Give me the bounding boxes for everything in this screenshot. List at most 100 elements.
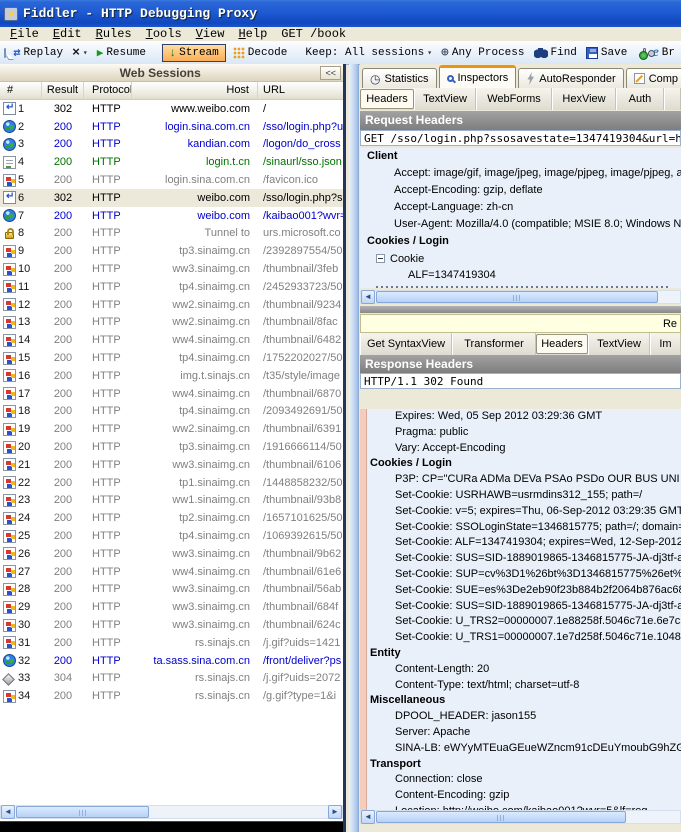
- quickexec-input[interactable]: [0, 821, 343, 832]
- column-header[interactable]: Protocol: [84, 82, 132, 99]
- response-horizontal-scrollbar[interactable]: ◄: [360, 810, 681, 824]
- scrollbar-thumb[interactable]: [376, 291, 658, 303]
- any-process-button[interactable]: ⊕ Any Process: [439, 45, 526, 60]
- stream-button[interactable]: ↓ Stream: [162, 44, 226, 62]
- session-row[interactable]: 5 200 HTTP login.sina.com.cn /favicon.ic…: [0, 171, 343, 189]
- tab-response-headers[interactable]: Headers: [536, 334, 588, 354]
- find-button[interactable]: Find: [532, 46, 579, 60]
- header-line: Set-Cookie: U_TRS1=00000007.1e7d258f.504…: [367, 630, 681, 646]
- session-row[interactable]: 13 200 HTTP ww2.sinaimg.cn /thumbnail/8f…: [0, 314, 343, 332]
- tab-request-webforms[interactable]: WebForms: [476, 88, 552, 110]
- decode-button[interactable]: Decode: [231, 46, 290, 60]
- column-header[interactable]: #: [0, 82, 42, 99]
- session-host: tp4.sinaimg.cn: [132, 352, 258, 364]
- session-row[interactable]: 23 200 HTTP ww1.sinaimg.cn /thumbnail/93…: [0, 492, 343, 510]
- session-row[interactable]: 12 200 HTTP ww2.sinaimg.cn /thumbnail/92…: [0, 296, 343, 314]
- session-row[interactable]: 26 200 HTTP ww3.sinaimg.cn /thumbnail/9b…: [0, 545, 343, 563]
- session-type-icon: [3, 298, 16, 311]
- column-header[interactable]: Result: [42, 82, 84, 99]
- session-row[interactable]: 15 200 HTTP tp4.sinaimg.cn /1752202027/5…: [0, 349, 343, 367]
- window-title: Fiddler - HTTP Debugging Proxy: [23, 6, 257, 21]
- session-row[interactable]: 33 304 HTTP rs.sinajs.cn /j.gif?uids=207…: [0, 670, 343, 688]
- tab-response-imageview[interactable]: Im: [650, 333, 681, 355]
- scroll-left-icon[interactable]: ◄: [361, 290, 375, 304]
- session-number: 34: [18, 690, 42, 702]
- tab-request-auth[interactable]: Auth: [616, 88, 664, 110]
- session-row[interactable]: 25 200 HTTP tp4.sinaimg.cn /1069392615/5…: [0, 527, 343, 545]
- session-row[interactable]: 21 200 HTTP ww3.sinaimg.cn /thumbnail/61…: [0, 456, 343, 474]
- resume-button[interactable]: ▶ Resume: [95, 45, 148, 61]
- tab-response-transformer[interactable]: Transformer: [452, 333, 536, 355]
- column-header[interactable]: Host: [132, 82, 258, 99]
- tab-statistics[interactable]: ◷ Statistics: [362, 68, 437, 88]
- menu-item[interactable]: GET /book: [274, 27, 353, 41]
- menu-item[interactable]: Help: [231, 27, 274, 41]
- menu-item[interactable]: Edit: [46, 27, 89, 41]
- title-bar: Fiddler - HTTP Debugging Proxy: [0, 0, 681, 27]
- session-row[interactable]: 11 200 HTTP tp4.sinaimg.cn /2452933723/5…: [0, 278, 343, 296]
- tab-autoresponder[interactable]: AutoResponder: [518, 68, 623, 88]
- session-row[interactable]: 1 302 HTTP www.weibo.com /: [0, 100, 343, 118]
- session-row[interactable]: 19 200 HTTP ww2.sinaimg.cn /thumbnail/63…: [0, 420, 343, 438]
- session-row[interactable]: 28 200 HTTP ww3.sinaimg.cn /thumbnail/56…: [0, 581, 343, 599]
- tab-request-textview[interactable]: TextView: [414, 88, 476, 110]
- keep-sessions-dropdown[interactable]: Keep: All sessions ▾: [303, 46, 434, 60]
- session-row[interactable]: 34 200 HTTP rs.sinajs.cn /g.gif?type=1&i: [0, 687, 343, 705]
- remove-button[interactable]: × ▾: [70, 46, 90, 60]
- session-type-icon: [3, 636, 16, 649]
- session-row[interactable]: 3 200 HTTP kandian.com /logon/do_cross: [0, 136, 343, 154]
- comment-icon[interactable]: [4, 48, 6, 58]
- scroll-left-icon[interactable]: ◄: [361, 810, 375, 824]
- collapse-panel-button[interactable]: <<: [320, 66, 341, 80]
- header-section-title: Miscellaneous: [367, 693, 681, 709]
- panel-splitter[interactable]: [349, 64, 359, 832]
- session-row[interactable]: 30 200 HTTP ww3.sinaimg.cn /thumbnail/62…: [0, 616, 343, 634]
- session-row[interactable]: 29 200 HTTP ww3.sinaimg.cn /thumbnail/68…: [0, 598, 343, 616]
- screenshot-icon[interactable]: [643, 48, 645, 58]
- request-response-splitter[interactable]: [360, 306, 681, 313]
- tab-request-hexview[interactable]: HexView: [552, 88, 616, 110]
- save-button[interactable]: Save: [584, 46, 629, 60]
- session-row[interactable]: 31 200 HTTP rs.sinajs.cn /j.gif?uids=142…: [0, 634, 343, 652]
- session-number: 23: [18, 494, 42, 506]
- session-row[interactable]: 7 200 HTTP weibo.com /kaibao001?wvr=: [0, 207, 343, 225]
- session-row[interactable]: 27 200 HTTP ww4.sinaimg.cn /thumbnail/61…: [0, 563, 343, 581]
- session-row[interactable]: 18 200 HTTP tp4.sinaimg.cn /2093492691/5…: [0, 403, 343, 421]
- session-row[interactable]: 2 200 HTTP login.sina.com.cn /sso/login.…: [0, 118, 343, 136]
- tab-response-syntaxview[interactable]: Get SyntaxView: [360, 333, 452, 355]
- tab-response-textview[interactable]: TextView: [588, 333, 650, 355]
- session-row[interactable]: 22 200 HTTP tp1.sinaimg.cn /1448858232/5…: [0, 474, 343, 492]
- session-row[interactable]: 17 200 HTTP ww4.sinaimg.cn /thumbnail/68…: [0, 385, 343, 403]
- menu-item[interactable]: Rules: [89, 27, 139, 41]
- sessions-horizontal-scrollbar[interactable]: ◄ ►: [0, 805, 343, 819]
- session-row[interactable]: 10 200 HTTP ww3.sinaimg.cn /thumbnail/3f…: [0, 260, 343, 278]
- tree-collapse-icon[interactable]: [376, 254, 385, 263]
- session-row[interactable]: 8 200 HTTP Tunnel to urs.microsoft.co: [0, 225, 343, 243]
- scroll-right-icon[interactable]: ►: [328, 805, 342, 819]
- session-row[interactable]: 32 200 HTTP ta.sass.sina.com.cn /front/d…: [0, 652, 343, 670]
- column-header[interactable]: URL: [258, 82, 343, 99]
- session-row[interactable]: 24 200 HTTP tp2.sinaimg.cn /1657101625/5…: [0, 509, 343, 527]
- session-row[interactable]: 14 200 HTTP ww4.sinaimg.cn /thumbnail/64…: [0, 331, 343, 349]
- cookie-tree-node[interactable]: Cookie: [360, 250, 681, 267]
- request-horizontal-scrollbar[interactable]: ◄: [360, 290, 681, 304]
- scrollbar-thumb[interactable]: [16, 806, 149, 818]
- session-protocol: HTTP: [84, 441, 132, 453]
- menu-item[interactable]: Tools: [139, 27, 189, 41]
- scrollbar-thumb[interactable]: [376, 811, 626, 823]
- session-host: Tunnel to: [132, 227, 258, 239]
- tab-request-more[interactable]: [664, 88, 681, 110]
- session-row[interactable]: 9 200 HTTP tp3.sinaimg.cn /2392897554/50: [0, 242, 343, 260]
- tab-inspectors[interactable]: Inspectors: [439, 65, 517, 88]
- session-row[interactable]: 4 200 HTTP login.t.cn /sinaurl/sso.json: [0, 153, 343, 171]
- encoding-notice[interactable]: Re: [360, 314, 681, 333]
- scroll-left-icon[interactable]: ◄: [1, 805, 15, 819]
- session-row[interactable]: 6 302 HTTP weibo.com /sso/login.php?s: [0, 189, 343, 207]
- menu-item[interactable]: View: [189, 27, 232, 41]
- tab-request-headers[interactable]: Headers: [360, 89, 414, 109]
- session-row[interactable]: 20 200 HTTP tp3.sinaimg.cn /1916666114/5…: [0, 438, 343, 456]
- session-row[interactable]: 16 200 HTTP img.t.sinajs.cn /t35/style/i…: [0, 367, 343, 385]
- menu-item[interactable]: File: [3, 27, 46, 41]
- replay-button[interactable]: ⇄ Replay: [11, 44, 65, 61]
- tab-composer[interactable]: Comp: [626, 68, 681, 88]
